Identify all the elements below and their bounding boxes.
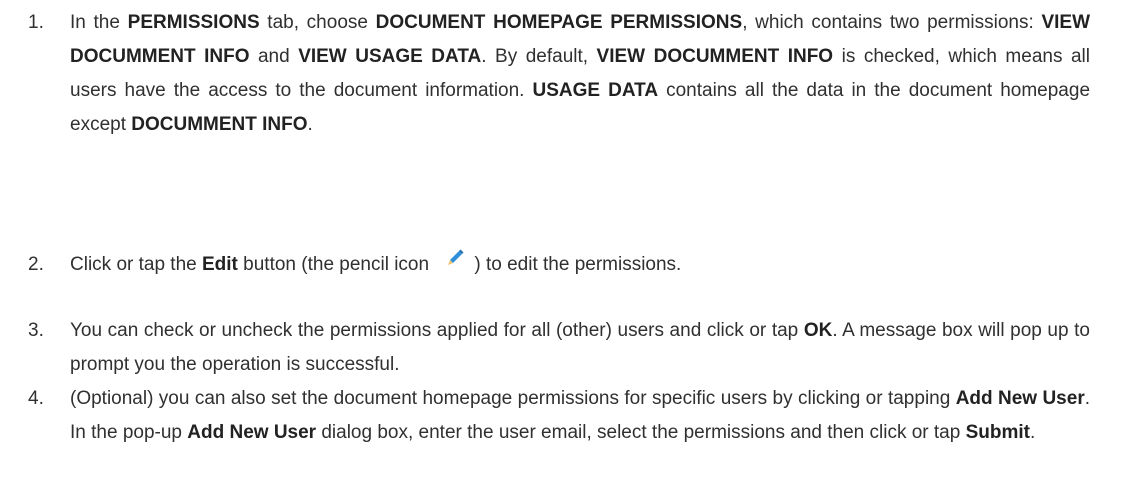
step-text: You can check or uncheck the permissions… <box>70 314 1090 382</box>
text-run: In the <box>70 12 128 33</box>
text-run: button (the pencil icon <box>237 254 435 275</box>
bold-term: Add New User <box>955 388 1085 409</box>
step-4: 4. (Optional) you can also set the docum… <box>28 382 1090 450</box>
bold-term: Submit <box>965 422 1030 443</box>
text-run: . By default, <box>481 46 597 67</box>
step-number: 3. <box>28 320 44 341</box>
step-number: 2. <box>28 254 44 275</box>
step-3: 3. You can check or uncheck the permissi… <box>28 314 1090 382</box>
bold-term: USAGE DATA <box>532 80 659 101</box>
step-1: 1. In the PERMISSIONS tab, choose DOCUME… <box>28 6 1090 142</box>
text-run: dialog box, enter the user email, select… <box>316 422 966 443</box>
pencil-icon <box>434 249 474 272</box>
bold-term: Add New User <box>187 422 317 443</box>
text-run: (Optional) you can also set the document… <box>70 388 956 409</box>
step-text: (Optional) you can also set the document… <box>70 382 1090 450</box>
bold-term: Edit <box>202 254 238 275</box>
step-text: Click or tap the Edit button (the pencil… <box>70 248 1090 282</box>
text-run: , which contains two permissions: <box>742 12 1042 33</box>
bold-term: OK <box>803 320 833 341</box>
step-number: 1. <box>28 12 44 33</box>
text-run: tab, choose <box>259 12 376 33</box>
text-run: Click or tap the <box>70 254 202 275</box>
bold-term: VIEW USAGE DATA <box>298 46 482 67</box>
bold-term: PERMISSIONS <box>127 12 260 33</box>
step-number: 4. <box>28 388 44 409</box>
instruction-list: 1. In the PERMISSIONS tab, choose DOCUME… <box>0 0 1128 495</box>
text-run: and <box>249 46 299 67</box>
text-run: . <box>1029 422 1036 443</box>
text-run: ) to edit the permissions. <box>474 254 682 275</box>
step-2: 2. Click or tap the Edit button (the pen… <box>28 248 1090 282</box>
bold-term: VIEW DOCUMMENT INFO <box>596 46 834 67</box>
text-run: You can check or uncheck the permissions… <box>70 320 804 341</box>
bold-term: DOCUMENT HOMEPAGE PERMISSIONS <box>375 12 743 33</box>
bold-term: DOCUMMENT INFO <box>131 114 308 135</box>
text-run: . <box>307 114 313 135</box>
step-text: In the PERMISSIONS tab, choose DOCUMENT … <box>70 6 1090 142</box>
